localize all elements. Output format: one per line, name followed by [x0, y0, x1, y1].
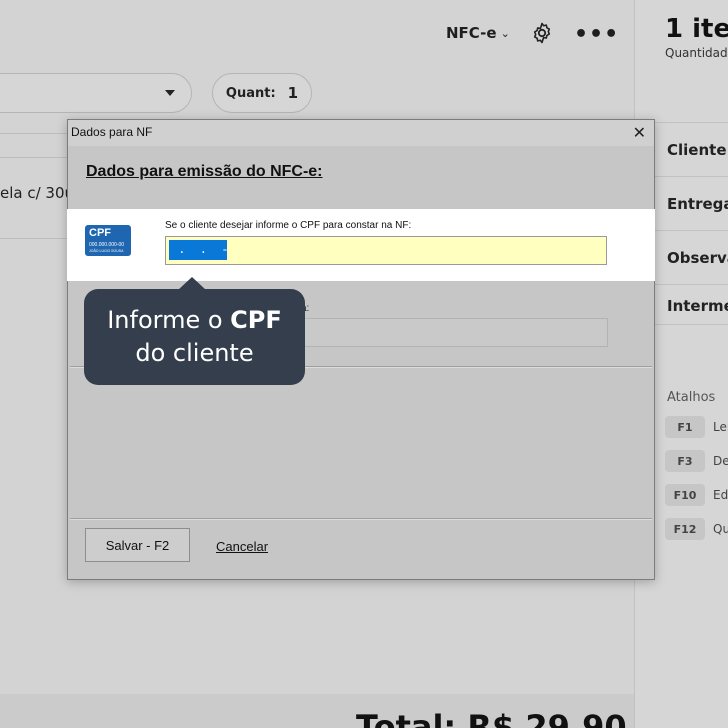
cpf-card-title: CPF — [89, 227, 111, 239]
tooltip-prefix: Informe o — [107, 306, 231, 334]
quantity-value: 1 — [287, 84, 299, 102]
divider — [70, 518, 652, 520]
tooltip-line-1: Informe o CPF — [107, 304, 282, 337]
shortcut-key: F10 — [665, 484, 705, 506]
shortcut-row[interactable]: F1 Len — [665, 416, 728, 438]
product-select[interactable] — [0, 73, 192, 113]
shortcut-row[interactable]: F12 Qu — [665, 518, 728, 540]
item-description: ela c/ 30u — [0, 184, 75, 202]
section-intermediador[interactable]: Intermed — [667, 297, 728, 315]
dialog-title: Dados para NF — [71, 125, 153, 139]
cpf-card-icon: CPF 000.000.000-00 JOÃO LUCIO SOUSA — [85, 225, 131, 256]
shortcut-key: F12 — [665, 518, 705, 540]
cpf-input-value: . . - — [169, 240, 229, 260]
save-button[interactable]: Salvar - F2 — [85, 528, 190, 562]
doc-type-dropdown[interactable]: NFC-e ⌄ — [446, 24, 510, 42]
shortcuts-title: Atalhos — [667, 390, 716, 405]
cpf-tooltip: Informe o CPF do cliente — [84, 289, 305, 385]
doc-type-label: NFC-e — [446, 24, 497, 42]
shortcut-label: Edi — [713, 488, 728, 502]
close-icon[interactable]: ✕ — [633, 123, 646, 142]
cpf-section: CPF 000.000.000-00 JOÃO LUCIO SOUSA Se o… — [67, 209, 655, 281]
chevron-down-icon: ⌄ — [500, 26, 510, 40]
items-subtitle: Quantidade — [665, 46, 728, 60]
items-count: 1 item — [665, 14, 728, 44]
cpf-input[interactable]: . . - — [165, 236, 607, 265]
shortcut-key: F1 — [665, 416, 705, 438]
section-observacao[interactable]: Observa — [667, 249, 728, 267]
cpf-card-name: JOÃO LUCIO SOUSA — [89, 249, 124, 253]
more-options-icon[interactable]: ••• — [574, 22, 619, 47]
sale-total: Total: R$ 29,90 — [356, 708, 627, 728]
gear-icon[interactable] — [530, 21, 554, 45]
dialog-heading: Dados para emissão do NFC-e: — [86, 163, 323, 180]
shortcut-row[interactable]: F10 Edi — [665, 484, 728, 506]
shortcut-label: De — [713, 454, 728, 468]
cpf-card-number: 000.000.000-00 — [89, 242, 125, 248]
cpf-label: Se o cliente desejar informe o CPF para … — [165, 220, 412, 231]
quantity-field[interactable]: Quant: 1 — [212, 73, 312, 113]
section-entrega[interactable]: Entrega — [667, 195, 728, 213]
shortcut-row[interactable]: F3 De — [665, 450, 728, 472]
tooltip-line-2: do cliente — [135, 339, 254, 367]
shortcut-key: F3 — [665, 450, 705, 472]
dialog-titlebar[interactable]: Dados para NF ✕ — [68, 120, 654, 146]
cancel-link[interactable]: Cancelar — [216, 539, 268, 554]
quantity-label: Quant: — [225, 85, 276, 101]
caret-down-icon — [165, 90, 175, 96]
section-cliente[interactable]: Cliente - — [667, 141, 728, 159]
tooltip-bold: CPF — [230, 306, 282, 334]
shortcut-label: Len — [713, 420, 728, 434]
shortcut-label: Qu — [713, 522, 728, 536]
